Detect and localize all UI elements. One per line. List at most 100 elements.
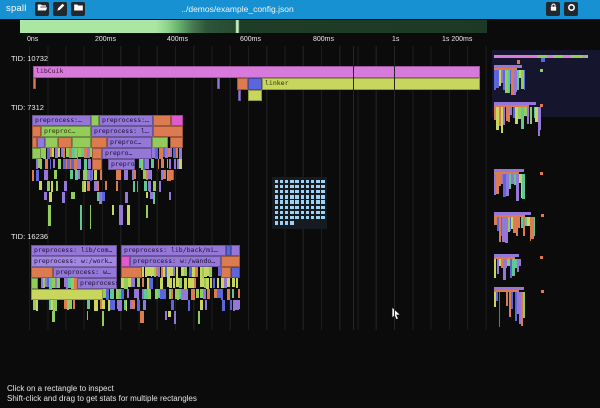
flame-bar[interactable]: [31, 278, 38, 289]
event-dot: [275, 200, 279, 204]
pen-icon: [55, 0, 66, 18]
flame-bar[interactable]: [248, 90, 262, 101]
flame-bar[interactable]: [31, 289, 103, 300]
flame-bar[interactable]: preprocess: w:/wando…: [130, 256, 221, 267]
flame-bar[interactable]: preprocess: lib/com…: [31, 245, 117, 256]
flame-bar[interactable]: preproc…: [41, 126, 91, 137]
event-dot: [295, 195, 299, 199]
flame-bar[interactable]: [231, 245, 240, 256]
open-file-button[interactable]: [35, 2, 49, 16]
flame-bar[interactable]: [153, 115, 171, 126]
flame-bar[interactable]: [32, 148, 41, 159]
flame-bar[interactable]: [91, 115, 99, 126]
timeline-overview[interactable]: [20, 20, 487, 33]
flame-bar[interactable]: [152, 137, 168, 148]
event-dot: [301, 195, 305, 199]
spall-profiler-window: spall ../demos/example_config.json 0ns20…: [0, 0, 600, 408]
minimap-cluster: [494, 254, 522, 283]
flame-noise[interactable]: [36, 205, 174, 230]
flame-bar[interactable]: preprocess:…: [32, 115, 91, 126]
flame-bar[interactable]: preprocess: lib/back/mi…: [121, 245, 226, 256]
settings-icon: [566, 0, 577, 18]
flame-bar[interactable]: preproc…: [107, 137, 152, 148]
event-dot: [280, 221, 284, 225]
flame-bar[interactable]: [121, 267, 142, 278]
event-dot: [285, 206, 289, 210]
flame-bar[interactable]: [217, 78, 220, 89]
flame-bar[interactable]: [231, 267, 240, 278]
event-dot: [275, 206, 279, 210]
flame-noise[interactable]: [103, 289, 240, 300]
tick-label: 0ns: [27, 36, 38, 43]
flame-bar[interactable]: preprocess: l…: [91, 126, 153, 137]
settings-button[interactable]: [564, 2, 578, 16]
flame-bar[interactable]: [237, 78, 248, 90]
flame-bar[interactable]: [33, 78, 36, 89]
flame-bar[interactable]: [92, 159, 102, 170]
flame-noise[interactable]: [32, 159, 92, 170]
minimap-cluster: [494, 212, 535, 243]
event-dot: [295, 190, 299, 194]
event-dot: [280, 211, 284, 215]
flame-bar[interactable]: prepro…: [108, 159, 135, 170]
flame-noise[interactable]: [33, 311, 235, 328]
minimap-cluster: [494, 287, 527, 328]
flame-bar[interactable]: [221, 256, 240, 267]
edit-button[interactable]: [53, 2, 67, 16]
event-dot: [275, 180, 279, 184]
flame-bar[interactable]: [238, 90, 241, 101]
flame-bar[interactable]: [58, 137, 72, 148]
flame-bar[interactable]: [91, 137, 107, 148]
flame-bar[interactable]: preprocess: w…: [77, 278, 117, 289]
event-dot: [316, 216, 320, 220]
flame-bar[interactable]: [45, 137, 58, 148]
flame-noise[interactable]: [121, 278, 240, 289]
flame-bar[interactable]: linker: [262, 78, 480, 90]
flame-bar[interactable]: libCuik: [33, 66, 480, 78]
minimap-bar-segment: [553, 55, 563, 58]
event-dot: [295, 211, 299, 215]
event-dot: [295, 216, 299, 220]
flame-bar[interactable]: [170, 137, 183, 148]
event-dot: [301, 206, 305, 210]
flame-bar[interactable]: [153, 126, 183, 137]
flame-bar[interactable]: [121, 256, 130, 267]
event-dot: [290, 185, 294, 189]
flame-noise[interactable]: [33, 181, 180, 192]
flame-bar[interactable]: [32, 126, 41, 137]
flame-bar[interactable]: preprocess:…: [99, 115, 153, 126]
event-dot: [301, 190, 305, 194]
flame-bar[interactable]: [171, 115, 183, 126]
flame-noise[interactable]: [38, 278, 77, 289]
flame-noise[interactable]: [142, 267, 221, 278]
event-dot: [321, 200, 325, 204]
event-dot: [311, 190, 315, 194]
flame-noise[interactable]: [41, 148, 92, 159]
flame-bar[interactable]: [37, 137, 45, 148]
event-dot: [275, 185, 279, 189]
event-dot: [311, 195, 315, 199]
flame-noise[interactable]: [135, 159, 183, 170]
event-dot: [306, 200, 310, 204]
stats-button[interactable]: [546, 2, 560, 16]
minimap-cluster: [494, 65, 525, 98]
flame-bar[interactable]: [31, 267, 53, 278]
event-dot: [306, 216, 310, 220]
tick-label: 400ms: [167, 36, 188, 43]
flame-bar[interactable]: [221, 267, 231, 278]
flame-noise[interactable]: [31, 300, 240, 311]
event-dot: [301, 200, 305, 204]
dot-grid-panel[interactable]: [272, 177, 327, 229]
import-button[interactable]: [71, 2, 85, 16]
flame-noise[interactable]: [152, 148, 183, 159]
flame-bar[interactable]: prepro…: [102, 148, 152, 159]
flame-bar[interactable]: preprocess: w…: [53, 267, 117, 278]
flame-bar[interactable]: preprocess: w:/work…: [31, 256, 117, 267]
flame-bar[interactable]: [248, 78, 262, 90]
grid-line: [394, 46, 395, 330]
flame-bar[interactable]: [72, 137, 91, 148]
event-dot: [285, 216, 289, 220]
flame-bar[interactable]: [92, 148, 102, 159]
flame-noise[interactable]: [34, 192, 177, 205]
flame-noise[interactable]: [32, 170, 183, 181]
